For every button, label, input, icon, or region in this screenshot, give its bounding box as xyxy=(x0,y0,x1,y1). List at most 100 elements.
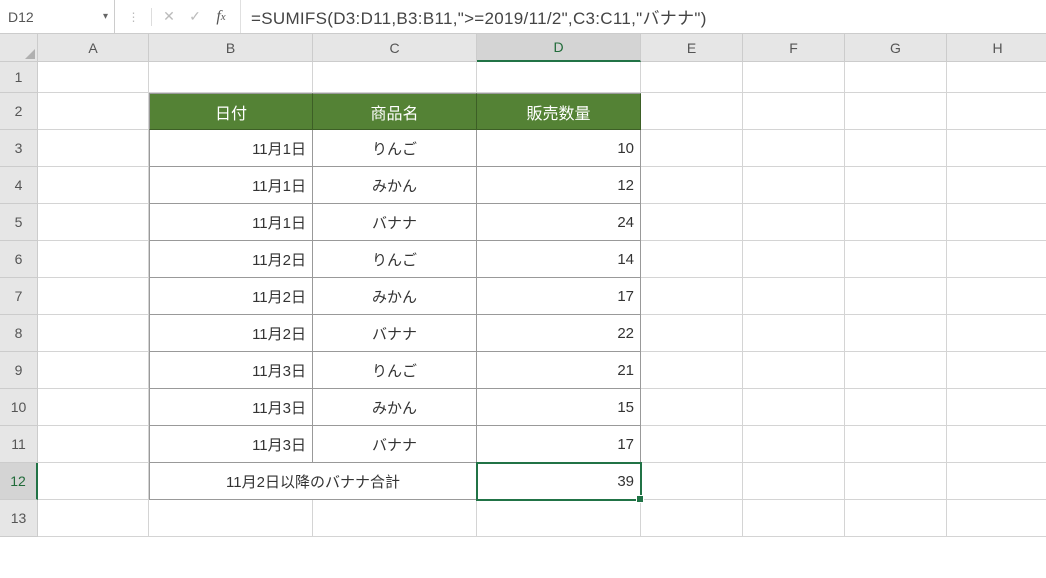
cell-F4[interactable] xyxy=(743,167,845,204)
cell-E2[interactable] xyxy=(641,93,743,130)
cell-A1[interactable] xyxy=(38,62,149,93)
cell-B7[interactable]: 11月2日 xyxy=(149,278,313,315)
cell-D7[interactable]: 17 xyxy=(477,278,641,315)
cell-E3[interactable] xyxy=(641,130,743,167)
cell-F8[interactable] xyxy=(743,315,845,352)
cell-G1[interactable] xyxy=(845,62,947,93)
cell-C8[interactable]: バナナ xyxy=(313,315,477,352)
cell-F11[interactable] xyxy=(743,426,845,463)
cell-F2[interactable] xyxy=(743,93,845,130)
cell-G2[interactable] xyxy=(845,93,947,130)
cell-G12[interactable] xyxy=(845,463,947,500)
cell-E5[interactable] xyxy=(641,204,743,241)
fx-icon[interactable]: fx xyxy=(208,0,234,33)
row-header-13[interactable]: 13 xyxy=(0,500,38,537)
column-header-F[interactable]: F xyxy=(743,34,845,62)
cell-H12[interactable] xyxy=(947,463,1046,500)
column-header-G[interactable]: G xyxy=(845,34,947,62)
column-header-H[interactable]: H xyxy=(947,34,1046,62)
cell-H5[interactable] xyxy=(947,204,1046,241)
row-header-11[interactable]: 11 xyxy=(0,426,38,463)
cell-D9[interactable]: 21 xyxy=(477,352,641,389)
cell-B10[interactable]: 11月3日 xyxy=(149,389,313,426)
row-header-12[interactable]: 12 xyxy=(0,463,38,500)
cell-D3[interactable]: 10 xyxy=(477,130,641,167)
cell-B13[interactable] xyxy=(149,500,313,537)
cell-F5[interactable] xyxy=(743,204,845,241)
cell-F3[interactable] xyxy=(743,130,845,167)
formula-input[interactable]: =SUMIFS(D3:D11,B3:B11,">=2019/11/2",C3:C… xyxy=(241,0,1046,33)
cell-B2[interactable]: 日付 xyxy=(149,93,313,130)
cell-H6[interactable] xyxy=(947,241,1046,278)
cell-G11[interactable] xyxy=(845,426,947,463)
cell-D1[interactable] xyxy=(477,62,641,93)
row-header-3[interactable]: 3 xyxy=(0,130,38,167)
cell-A5[interactable] xyxy=(38,204,149,241)
select-all-corner[interactable] xyxy=(0,34,38,62)
cell-E11[interactable] xyxy=(641,426,743,463)
cell-C13[interactable] xyxy=(313,500,477,537)
cell-G8[interactable] xyxy=(845,315,947,352)
cell-B3[interactable]: 11月1日 xyxy=(149,130,313,167)
row-header-9[interactable]: 9 xyxy=(0,352,38,389)
cell-A6[interactable] xyxy=(38,241,149,278)
cell-F12[interactable] xyxy=(743,463,845,500)
cell-C11[interactable]: バナナ xyxy=(313,426,477,463)
cell-G7[interactable] xyxy=(845,278,947,315)
cell-D8[interactable]: 22 xyxy=(477,315,641,352)
cell-H8[interactable] xyxy=(947,315,1046,352)
cell-D4[interactable]: 12 xyxy=(477,167,641,204)
cell-C10[interactable]: みかん xyxy=(313,389,477,426)
cell-F13[interactable] xyxy=(743,500,845,537)
cell-C3[interactable]: りんご xyxy=(313,130,477,167)
cell-H13[interactable] xyxy=(947,500,1046,537)
cell-B11[interactable]: 11月3日 xyxy=(149,426,313,463)
cell-F10[interactable] xyxy=(743,389,845,426)
cell-A7[interactable] xyxy=(38,278,149,315)
cell-B6[interactable]: 11月2日 xyxy=(149,241,313,278)
cell-G6[interactable] xyxy=(845,241,947,278)
cell-E9[interactable] xyxy=(641,352,743,389)
cell-B4[interactable]: 11月1日 xyxy=(149,167,313,204)
cell-E4[interactable] xyxy=(641,167,743,204)
cell-A11[interactable] xyxy=(38,426,149,463)
cell-H9[interactable] xyxy=(947,352,1046,389)
cell-A2[interactable] xyxy=(38,93,149,130)
cell-A9[interactable] xyxy=(38,352,149,389)
cell-E12[interactable] xyxy=(641,463,743,500)
cell-C2[interactable]: 商品名 xyxy=(313,93,477,130)
row-header-6[interactable]: 6 xyxy=(0,241,38,278)
cell-A13[interactable] xyxy=(38,500,149,537)
cell-F7[interactable] xyxy=(743,278,845,315)
cell-C4[interactable]: みかん xyxy=(313,167,477,204)
cell-B8[interactable]: 11月2日 xyxy=(149,315,313,352)
row-header-4[interactable]: 4 xyxy=(0,167,38,204)
cell-A4[interactable] xyxy=(38,167,149,204)
cell-H4[interactable] xyxy=(947,167,1046,204)
cell-G10[interactable] xyxy=(845,389,947,426)
cell-D10[interactable]: 15 xyxy=(477,389,641,426)
cell-H7[interactable] xyxy=(947,278,1046,315)
cell-D12[interactable]: 39 xyxy=(477,463,641,500)
cell-B5[interactable]: 11月1日 xyxy=(149,204,313,241)
cell-D11[interactable]: 17 xyxy=(477,426,641,463)
cell-B1[interactable] xyxy=(149,62,313,93)
row-header-2[interactable]: 2 xyxy=(0,93,38,130)
cell-E1[interactable] xyxy=(641,62,743,93)
cell-H10[interactable] xyxy=(947,389,1046,426)
column-header-C[interactable]: C xyxy=(313,34,477,62)
cell-A3[interactable] xyxy=(38,130,149,167)
column-header-A[interactable]: A xyxy=(38,34,149,62)
cell-D6[interactable]: 14 xyxy=(477,241,641,278)
enter-icon[interactable]: ✓ xyxy=(182,0,208,33)
cell-C5[interactable]: バナナ xyxy=(313,204,477,241)
name-box-dropdown-icon[interactable]: ▾ xyxy=(103,11,108,22)
row-header-10[interactable]: 10 xyxy=(0,389,38,426)
cell-A8[interactable] xyxy=(38,315,149,352)
cell-G5[interactable] xyxy=(845,204,947,241)
cell-C9[interactable]: りんご xyxy=(313,352,477,389)
cell-C1[interactable] xyxy=(313,62,477,93)
cell-G13[interactable] xyxy=(845,500,947,537)
summary-label-cell[interactable]: 11月2日以降のバナナ合計 xyxy=(149,463,477,500)
cell-E8[interactable] xyxy=(641,315,743,352)
